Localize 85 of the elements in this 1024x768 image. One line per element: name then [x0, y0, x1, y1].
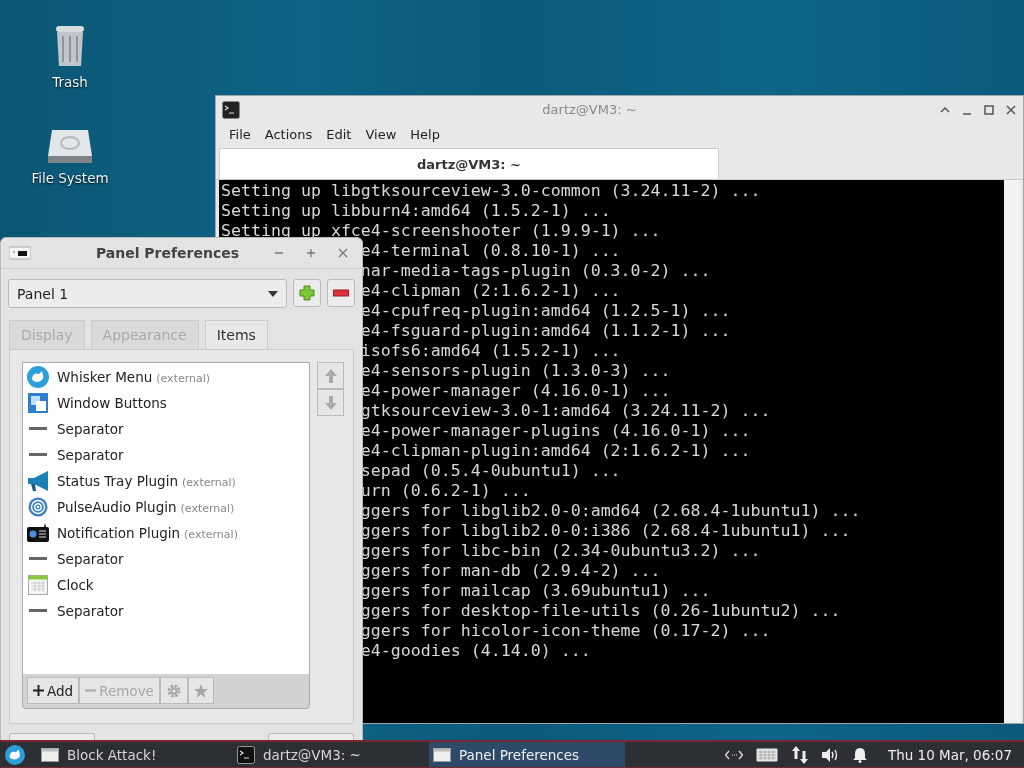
terminal-line: ggers for libglib2.0-0:amd64 (2.68.4-1ubuntu1) ... [360, 501, 861, 520]
separator-icon [27, 427, 49, 431]
network-arrows-icon[interactable] [790, 745, 809, 764]
terminal-line: Setting up xfce4-screenshooter (1.9.9-1) ... [221, 221, 661, 240]
terminal-line: e4-cpufreq-plugin:amd64 (1.2.5-1) ... [360, 301, 731, 320]
window-title: dartz@VM3: ~ [541, 102, 638, 117]
window-icon [433, 747, 451, 762]
window-icon [41, 747, 59, 762]
panel-dropdown[interactable]: Panel 1 [8, 279, 287, 308]
item-label[interactable]: Separator [57, 551, 124, 567]
terminal-line: ggers for libglib2.0-0:i386 (2.68.4-1ubuntu1) ... [360, 521, 851, 540]
terminal-line: ggers for desktop-file-utils (0.26-1ubuntu2) ... [360, 601, 841, 620]
item-label[interactable]: Clock [57, 577, 94, 593]
item-label[interactable]: Whisker Menu (external) [57, 369, 211, 385]
terminal-line: e4-terminal (0.8.10-1) ... [360, 241, 621, 260]
add-button[interactable]: Add [27, 677, 80, 704]
gear-icon [165, 682, 182, 699]
trash-icon[interactable] [53, 24, 87, 68]
minus-icon [333, 289, 349, 297]
bell-icon[interactable] [852, 746, 867, 763]
item-label[interactable]: Separator [57, 421, 124, 437]
volume-icon[interactable] [821, 747, 840, 762]
taskbar-button[interactable]: dartz@VM3: ~ [233, 742, 429, 767]
terminal-line: gtksourceview-3.0-1:amd64 (3.24.11-2) ... [360, 401, 771, 420]
plus-icon [33, 685, 44, 696]
item-label[interactable]: Separator [57, 447, 124, 463]
notification-icon [27, 523, 49, 543]
terminal-line: Setting up libburn4:amd64 (1.5.2-1) ... [221, 201, 611, 220]
calendar-icon [27, 575, 49, 595]
terminal-icon [222, 100, 240, 119]
close-icon[interactable] [1005, 103, 1017, 116]
close-icon[interactable] [338, 248, 348, 258]
clock[interactable]: Thu 10 Mar, 06:07 [887, 746, 1012, 763]
terminal-line: Setting up libgtksourceview-3.0-common (3.24.11-2) ... [221, 181, 761, 200]
item-label[interactable]: Status Tray Plugin (external) [57, 473, 236, 489]
caret-icon [268, 290, 278, 297]
remove-panel-button[interactable] [327, 279, 355, 307]
maximize-icon[interactable] [306, 248, 316, 258]
terminal-line: ggers for mailcap (3.69ubuntu1) ... [360, 581, 711, 600]
terminal-line: e4-fsguard-plugin:amd64 (1.1.2-1) ... [360, 321, 731, 340]
menu-item[interactable]: View [356, 127, 402, 142]
terminal-line: ggers for hicolor-icon-theme (0.17-2) ... [360, 621, 771, 640]
window-title: Panel Preferences [94, 245, 241, 261]
star-icon [193, 683, 208, 698]
menu-item[interactable]: Edit [317, 127, 357, 142]
item-label[interactable]: Notification Plugin (external) [57, 525, 238, 541]
keyboard-icon[interactable] [755, 747, 778, 762]
item-label[interactable]: PulseAudio Plugin (external) [57, 499, 235, 515]
terminal-line: e4-power-manager (4.16.0-1) ... [360, 381, 671, 400]
windows-icon [27, 393, 49, 413]
terminal-line: e4-sensors-plugin (1.3.0-3) ... [360, 361, 671, 380]
item-label[interactable]: Separator [57, 603, 124, 619]
audio-waves-icon [27, 497, 49, 517]
terminal-line: ggers for libc-bin (2.34-0ubuntu3.2) ... [360, 541, 761, 560]
terminal-tab[interactable]: dartz@VM3: ~ [219, 148, 719, 179]
maximize-icon[interactable] [983, 103, 995, 116]
down-arrow-icon [324, 395, 337, 410]
scrollbar[interactable] [1004, 180, 1021, 723]
separator-icon [27, 557, 49, 561]
taskbar-button[interactable]: Panel Preferences [429, 742, 625, 767]
terminal-line: e4-goodies (4.14.0) ... [360, 641, 591, 660]
separator-icon [27, 453, 49, 457]
terminal-line: e4-clipman (2:1.6.2-1) ... [360, 281, 621, 300]
menu-item[interactable]: File [220, 127, 256, 142]
separator-icon [27, 609, 49, 613]
plus-icon [299, 285, 315, 301]
up-arrow-icon [324, 368, 337, 383]
item-label[interactable]: Window Buttons [57, 395, 167, 411]
tab[interactable]: Items [204, 320, 268, 349]
terminal-line: nar-media-tags-plugin (0.3.0-2) ... [360, 261, 711, 280]
terminal-line: e4-clipman-plugin:amd64 (2:1.6.2-1) ... [360, 441, 751, 460]
desktop-icon-label[interactable]: Trash [52, 74, 88, 90]
code-icon[interactable] [724, 749, 743, 760]
menu-item[interactable]: Actions [255, 127, 318, 142]
taskbar-button[interactable]: Block Attack! [37, 742, 233, 767]
menu-item[interactable]: Help [401, 127, 445, 142]
terminal-icon [237, 745, 255, 764]
terminal-line: ggers for man-db (2.9.4-2) ... [360, 561, 661, 580]
terminal-line: sepad (0.5.4-0ubuntu1) ... [360, 461, 621, 480]
panel-icon [9, 246, 31, 260]
terminal-line: isofs6:amd64 (1.5.2-1) ... [360, 341, 621, 360]
megaphone-icon [27, 470, 49, 492]
terminal-line: e4-power-manager-plugins (4.16.0-1) ... [360, 421, 751, 440]
hard-drive-icon[interactable] [46, 128, 94, 164]
desktop-icon-label[interactable]: File System [31, 170, 109, 186]
